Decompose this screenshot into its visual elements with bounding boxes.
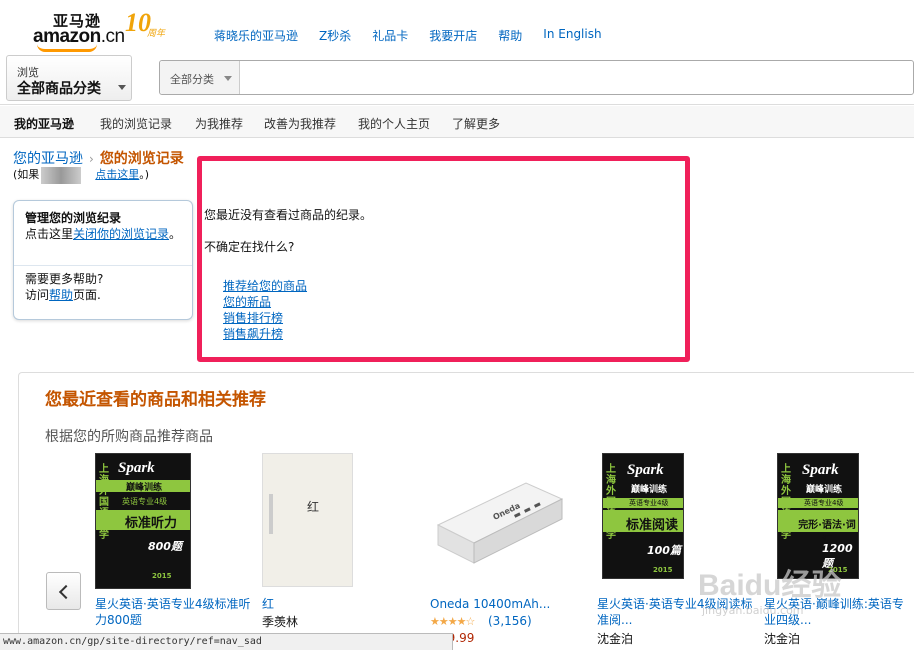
page-title: 您的浏览记录 (99, 151, 184, 167)
amazon-cn-logo[interactable]: 亚马逊 amazon.cn 10 周年 (33, 8, 173, 52)
cover-year: 2015 (653, 566, 673, 574)
cover-series: 巅峰训练 (631, 485, 668, 495)
product-title[interactable]: 星火英语·巅峰训练:英语专业四级... (764, 596, 914, 628)
help-link[interactable]: 帮助 (49, 288, 73, 302)
manage-history-title: 管理您的浏览纪录 (25, 211, 122, 225)
browse-categories-button[interactable]: 浏览 全部商品分类 (6, 55, 132, 101)
chevron-down-icon (118, 85, 126, 90)
browse-all-categories: 全部商品分类 (17, 81, 101, 97)
cover-title: 标准听力 (124, 516, 177, 531)
status-url: www.amazon.cn/gp/site-directory/ref=nav_… (3, 636, 262, 647)
click-here-link[interactable]: 点击这里 (95, 168, 139, 181)
subnav-improve-recommendations[interactable]: 改善为我推荐 (264, 115, 336, 132)
cover-year: 2015 (828, 566, 848, 574)
product-title[interactable]: Oneda 10400mAh... (430, 596, 590, 612)
breadcrumb: 您的亚马逊 › 您的浏览记录 (13, 148, 184, 168)
cover-title: 标准阅读 (625, 518, 678, 533)
book-cover-listening[interactable]: 上海外国语大学 Spark 巅峰训练 英语专业4级 标准听力 800题 2015 (95, 453, 191, 589)
product-title[interactable]: 红 (262, 596, 422, 612)
top-header: 亚马逊 amazon.cn 10 周年 蒋晓乐的亚马逊 Z秒杀 礼品卡 我要开店… (0, 0, 914, 55)
search-category-dropdown[interactable]: 全部分类 (160, 61, 240, 94)
cover-calligraphy: 红 (307, 500, 320, 514)
review-count[interactable]: (3,156) (488, 614, 532, 628)
product-title[interactable]: 星火英语·英语专业4级标准听力800题 (95, 596, 255, 628)
recommendations-title: 您最近查看的商品和相关推荐 (45, 390, 266, 410)
manage-history-text: 点击这里关闭你的浏览记录。 (25, 227, 182, 241)
link-recommended-for-you[interactable]: 推荐给您的商品 (223, 278, 307, 294)
suggestion-links: 推荐给您的商品 您的新品 销售排行榜 销售飙升榜 (223, 278, 307, 342)
not-you-notice: (如果 点击这里。) (13, 166, 149, 184)
subnav-learn-more[interactable]: 了解更多 (452, 115, 500, 132)
chevron-down-icon (224, 76, 232, 81)
turn-off-history-link[interactable]: 关闭你的浏览记录 (73, 227, 169, 241)
redacted-username (41, 166, 82, 184)
breadcrumb-home[interactable]: 您的亚马逊 (13, 151, 83, 167)
cover-series: 巅峰训练 (126, 483, 163, 493)
toplink-english[interactable]: In English (543, 27, 601, 44)
subnav-my-amazon[interactable]: 我的亚马逊 (14, 115, 74, 132)
not-you-suffix: 。) (139, 168, 150, 181)
help-question: 需要更多帮助? (25, 272, 104, 286)
no-history-message: 您最近没有查看过商品的纪录。 (204, 208, 373, 222)
manage-history-section: 管理您的浏览纪录 点击这里关闭你的浏览记录。 (14, 201, 192, 266)
help-section: 需要更多帮助? 访问帮助页面. (14, 271, 192, 303)
cover-spark-logo: Spark (627, 462, 664, 478)
toplink-gift-cards[interactable]: 礼品卡 (372, 27, 408, 44)
subnav-recommended[interactable]: 为我推荐 (195, 115, 243, 132)
cover-subtitle: 英语专业4级 (122, 497, 168, 506)
toplink-z-deals[interactable]: Z秒杀 (319, 27, 351, 44)
nav-row: 浏览 全部商品分类 全部分类 (0, 55, 914, 105)
sub-navigation: 我的亚马逊 我的浏览记录 为我推荐 改善为我推荐 我的个人主页 了解更多 (0, 106, 914, 138)
empty-history-panel: 您最近没有查看过商品的纪录。 不确定在找什么? 推荐给您的商品 您的新品 销售排… (197, 156, 690, 362)
cover-count: 100篇 (647, 544, 681, 557)
product-author: 季羡林 (262, 615, 299, 629)
powerbank-image[interactable]: Oneda (430, 463, 566, 573)
star-rating-icon: ★★★★☆ (430, 615, 475, 628)
cover-spark-logo: Spark (118, 460, 155, 476)
cover-count: 800题 (148, 540, 182, 553)
cover-spark-logo: Spark (802, 462, 839, 478)
recommendations-subtitle: 根据您的所购商品推荐商品 (45, 429, 213, 445)
cover-subtitle: 英语专业4级 (804, 499, 844, 507)
cover-series: 巅峰训练 (806, 485, 843, 495)
anniversary-label: 周年 (147, 29, 166, 39)
subnav-profile[interactable]: 我的个人主页 (358, 115, 430, 132)
link-new-releases[interactable]: 您的新品 (223, 294, 307, 310)
subnav-browsing-history[interactable]: 我的浏览记录 (100, 115, 172, 132)
carousel-prev-button[interactable] (46, 572, 81, 610)
link-best-sellers[interactable]: 销售排行榜 (223, 310, 307, 326)
not-sure-message: 不确定在找什么? (204, 240, 295, 254)
search-bar[interactable]: 全部分类 (159, 60, 914, 95)
recommendations-panel: 您最近查看的商品和相关推荐 根据您的所购商品推荐商品 上海外国语大学 Spark… (18, 372, 914, 650)
not-you-prefix: (如果 (13, 168, 40, 181)
toplink-sell[interactable]: 我要开店 (429, 27, 477, 44)
product-author: 沈金泊 (764, 632, 801, 646)
book-cover-reading[interactable]: 上海外国语大学 Spark 巅峰训练 英语专业4级 标准阅读 100篇 2015 (602, 453, 684, 579)
toplink-my-amazon[interactable]: 蒋晓乐的亚马逊 (214, 27, 298, 44)
manage-history-box: 管理您的浏览纪录 点击这里关闭你的浏览记录。 需要更多帮助? 访问帮助页面. (13, 200, 193, 320)
cover-year: 2015 (152, 572, 172, 580)
cover-subtitle: 英语专业4级 (629, 499, 669, 507)
top-links: 蒋晓乐的亚马逊 Z秒杀 礼品卡 我要开店 帮助 In English (214, 27, 623, 44)
toplink-help[interactable]: 帮助 (498, 27, 522, 44)
book-cover-hong[interactable]: 红 (262, 453, 353, 587)
help-text: 访问帮助页面. (25, 288, 101, 302)
product-author: 沈金泊 (597, 632, 634, 646)
book-cover-cloze[interactable]: 上海外国语大学 Spark 巅峰训练 英语专业4级 完形·语法·词汇 1200题… (777, 453, 859, 579)
link-movers-shakers[interactable]: 销售飙升榜 (223, 326, 307, 342)
search-category-label: 全部分类 (170, 73, 214, 86)
breadcrumb-separator: › (89, 152, 94, 166)
cover-spine-mark (269, 494, 273, 534)
smile-arrow-icon (37, 44, 97, 52)
product-title[interactable]: 星火英语·英语专业4级阅读标准阅... (597, 596, 757, 628)
browser-status-bar: www.amazon.cn/gp/site-directory/ref=nav_… (0, 633, 453, 650)
